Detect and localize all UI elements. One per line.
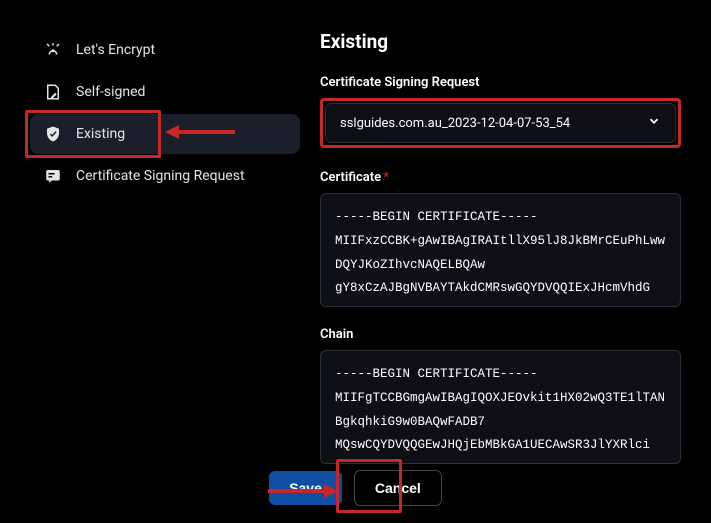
csr-select-value: sslguides.com.au_2023-12-04-07-53_54 <box>340 116 570 131</box>
chain-label: Chain <box>320 327 681 342</box>
highlight-csr: sslguides.com.au_2023-12-04-07-53_54 <box>320 98 681 148</box>
csr-label: Certificate Signing Request <box>320 75 681 90</box>
sidebar: Let's Encrypt Self-signed Existing <box>30 30 300 460</box>
sidebar-item-label: Certificate Signing Request <box>76 168 245 184</box>
shield-check-icon <box>44 125 62 143</box>
sidebar-item-label: Existing <box>76 126 125 142</box>
sidebar-item-label: Let's Encrypt <box>76 42 155 58</box>
sidebar-item-csr[interactable]: Certificate Signing Request <box>30 156 300 196</box>
certificate-label: Certificate* <box>320 170 681 185</box>
footer: Save Cancel <box>0 453 711 523</box>
sidebar-item-label: Self-signed <box>76 84 145 100</box>
chain-textarea[interactable]: -----BEGIN CERTIFICATE----- MIIFgTCCBGmg… <box>320 350 681 464</box>
cancel-button[interactable]: Cancel <box>354 470 442 506</box>
sidebar-item-existing[interactable]: Existing <box>30 114 300 154</box>
chat-square-icon <box>44 167 62 185</box>
sidebar-item-self-signed[interactable]: Self-signed <box>30 72 300 112</box>
alert-light-icon <box>44 41 62 59</box>
chevron-down-icon <box>647 114 661 132</box>
save-button[interactable]: Save <box>269 471 342 505</box>
certificate-textarea[interactable]: -----BEGIN CERTIFICATE----- MIIFxzCCBK+g… <box>320 193 681 307</box>
main-panel: Existing Certificate Signing Request ssl… <box>300 30 681 460</box>
sidebar-item-lets-encrypt[interactable]: Let's Encrypt <box>30 30 300 70</box>
document-edit-icon <box>44 83 62 101</box>
csr-select[interactable]: sslguides.com.au_2023-12-04-07-53_54 <box>325 103 676 143</box>
page-title: Existing <box>320 30 681 53</box>
